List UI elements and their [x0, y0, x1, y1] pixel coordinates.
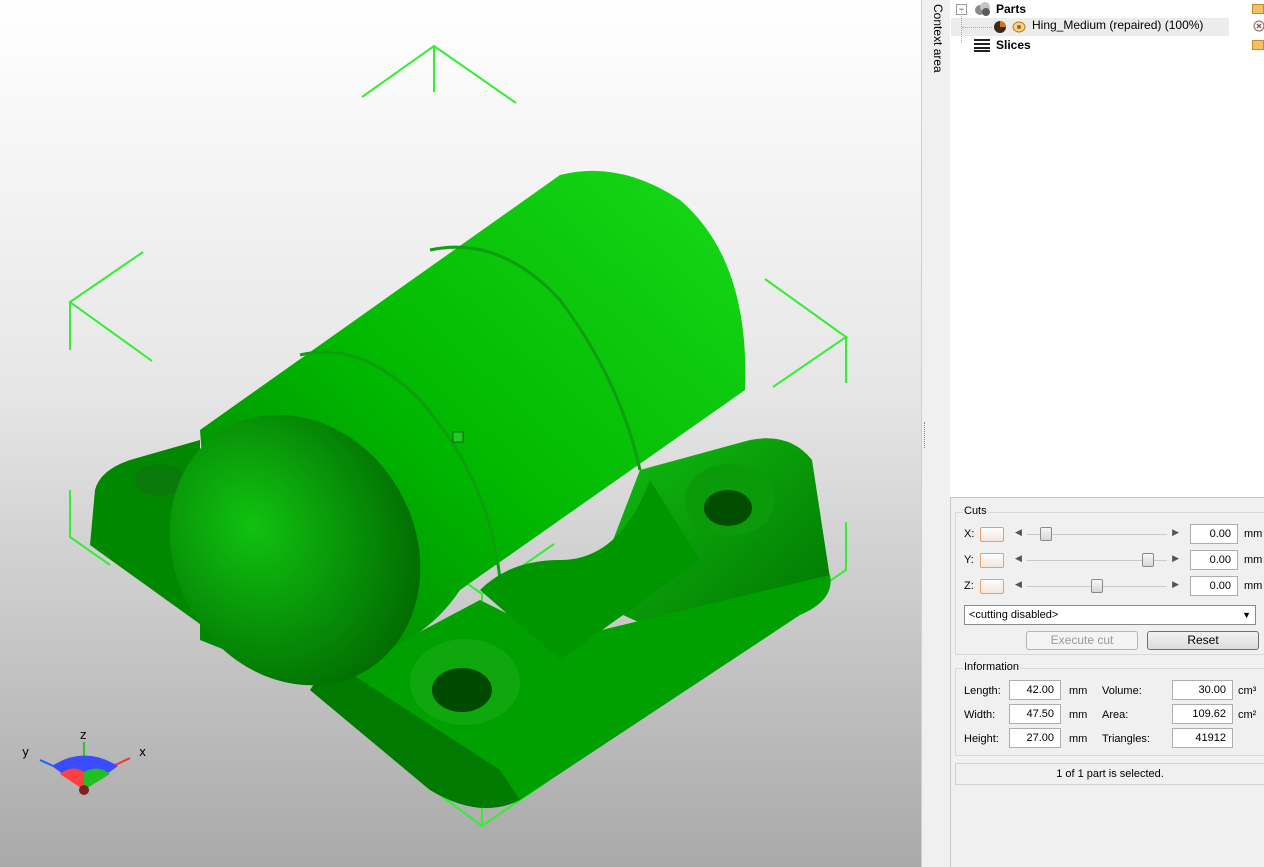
cut-toggle-x[interactable]: [980, 527, 1004, 542]
unit-label: cm²: [1238, 709, 1257, 721]
length-value: 42.00: [1009, 680, 1061, 700]
cut-axis-label: Z:: [964, 580, 974, 592]
cut-axis-label: Y:: [964, 554, 974, 566]
cutting-mode-select[interactable]: <cutting disabled> ▼: [964, 605, 1256, 625]
cut-axis-label: X:: [964, 528, 975, 540]
context-area-label: Context area: [931, 4, 945, 73]
axis-label-x: x: [139, 745, 147, 759]
slider-left-arrow-icon[interactable]: ◀: [1015, 579, 1022, 590]
slider-right-arrow-icon[interactable]: ▶: [1172, 527, 1179, 538]
cut-toggle-z[interactable]: [980, 579, 1004, 594]
height-value: 27.00: [1009, 728, 1061, 748]
execute-cut-button[interactable]: Execute cut: [1026, 631, 1138, 650]
cut-row-y: Y: ◀ ▶ 0.00 mm: [955, 550, 1264, 572]
tree-guide-line: [962, 27, 992, 29]
tree-label-parts: Parts: [996, 2, 1027, 16]
cut-row-z: Z: ◀ ▶ 0.00 mm: [955, 576, 1264, 598]
width-label: Width:: [964, 709, 996, 721]
slices-icon: [974, 39, 990, 52]
tree-node-slices[interactable]: Slices: [950, 36, 1264, 54]
axis-label-z: z: [80, 728, 87, 742]
unit-label: mm: [1244, 554, 1263, 566]
width-value: 47.50: [1009, 704, 1061, 724]
orientation-gizmo[interactable]: [39, 742, 131, 795]
cut-value-z[interactable]: 0.00: [1190, 576, 1238, 596]
cut-slider-x[interactable]: ◀ ▶: [1015, 526, 1179, 542]
folder-icon[interactable]: [1252, 4, 1264, 14]
unit-label: mm: [1244, 580, 1263, 592]
reset-button[interactable]: Reset: [1147, 631, 1259, 650]
unit-label: mm: [1244, 528, 1263, 540]
length-label: Length:: [964, 685, 1001, 697]
remove-part-icon[interactable]: [1253, 20, 1264, 32]
cut-toggle-y[interactable]: [980, 553, 1004, 568]
context-area-tab[interactable]: Context area: [928, 0, 951, 867]
tree-label-slices: Slices: [996, 38, 1031, 52]
volume-label: Volume:: [1102, 685, 1142, 697]
tree-label-part: Hing_Medium (repaired) (100%): [1032, 18, 1204, 32]
unit-label: mm: [1069, 709, 1088, 721]
tree-node-parts[interactable]: − Parts: [950, 0, 1264, 18]
slider-left-arrow-icon[interactable]: ◀: [1015, 553, 1022, 564]
slider-left-arrow-icon[interactable]: ◀: [1015, 527, 1022, 538]
cut-slider-z[interactable]: ◀ ▶: [1015, 578, 1179, 594]
cut-value-x[interactable]: 0.00: [1190, 524, 1238, 544]
unit-label: cm³: [1238, 685, 1257, 697]
cuts-title: Cuts: [963, 505, 988, 517]
slider-right-arrow-icon[interactable]: ▶: [1172, 579, 1179, 590]
triangles-label: Triangles:: [1102, 733, 1150, 745]
chevron-down-icon[interactable]: ▼: [1242, 606, 1251, 624]
cut-row-x: X: ◀ ▶ 0.00 mm: [955, 524, 1264, 546]
height-label: Height:: [964, 733, 999, 745]
splitter-grip[interactable]: [924, 422, 927, 448]
triangles-value: 41912: [1172, 728, 1233, 748]
volume-value: 30.00: [1172, 680, 1233, 700]
cutting-mode-value: <cutting disabled>: [969, 609, 1059, 621]
slider-thumb[interactable]: [1039, 527, 1052, 541]
parts-icon: [975, 2, 990, 16]
3d-model-hinge[interactable]: [90, 170, 831, 808]
slider-thumb[interactable]: [1142, 553, 1155, 567]
folder-icon[interactable]: [1252, 40, 1264, 50]
cuts-panel: Cuts X: ◀ ▶ 0.00 mm Y: ◀ ▶ 0.00 mm Z: ◀: [955, 505, 1264, 655]
viewport-canvas[interactable]: [0, 0, 921, 867]
cut-value-y[interactable]: 0.00: [1190, 550, 1238, 570]
part-icon: [994, 21, 1006, 33]
information-panel: Information Length: 42.00 mm Width: 47.5…: [955, 661, 1264, 756]
unit-label: mm: [1069, 733, 1088, 745]
area-label: Area:: [1102, 709, 1129, 721]
selection-status: 1 of 1 part is selected.: [955, 763, 1264, 785]
cut-slider-y[interactable]: ◀ ▶: [1015, 552, 1179, 568]
area-value: 109.62: [1172, 704, 1233, 724]
unit-label: mm: [1069, 685, 1088, 697]
3d-viewport[interactable]: y z x: [0, 0, 921, 867]
axis-label-y: y: [22, 745, 30, 759]
visibility-eye-icon[interactable]: [1012, 20, 1026, 34]
parts-tree[interactable]: − Parts Hing_Medium (repaired) (100%) Sl…: [950, 0, 1264, 498]
slider-right-arrow-icon[interactable]: ▶: [1172, 553, 1179, 564]
slider-thumb[interactable]: [1091, 579, 1103, 593]
information-title: Information: [963, 661, 1021, 673]
tree-item-part[interactable]: Hing_Medium (repaired) (100%): [951, 18, 1229, 36]
